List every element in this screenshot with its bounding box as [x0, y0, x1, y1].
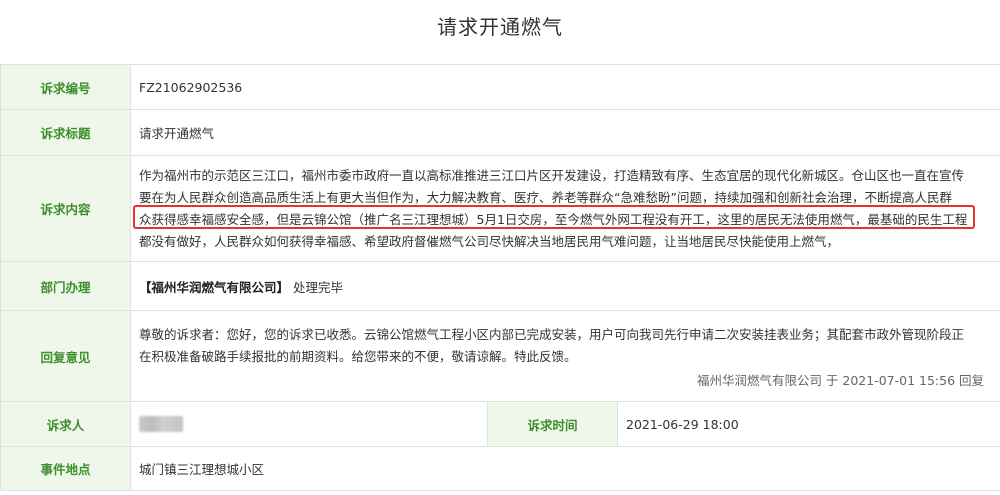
- value-department: 【福州华润燃气有限公司】 处理完毕: [129, 261, 1000, 311]
- petition-detail-table: 诉求编号 FZ21062902536 诉求标题 请求开通燃气 诉求内容 作为福州…: [0, 64, 1000, 491]
- value-petitioner: [130, 401, 488, 447]
- label-petition-no: 诉求编号: [0, 64, 131, 110]
- label-location: 事件地点: [0, 446, 131, 491]
- label-reply: 回复意见: [0, 310, 131, 402]
- row-petition-content: 诉求内容 作为福州市的示范区三江口，福州市委市政府一直以高标准推进三江口片区开发…: [0, 155, 1000, 262]
- page-title: 请求开通燃气: [437, 15, 563, 39]
- value-location: 城门镇三江理想城小区: [129, 446, 1000, 491]
- row-petitioner-time: 诉求人 诉求时间 2021-06-29 18:00: [0, 401, 1000, 447]
- reply-line: 尊敬的诉求者：您好，您的诉求已收悉。云锦公馆燃气工程小区内部已完成安装，用户可向…: [139, 326, 965, 342]
- value-petition-content: 作为福州市的示范区三江口，福州市委市政府一直以高标准推进三江口片区开发建设，打造…: [129, 155, 1000, 262]
- reply-signature: 福州华润燃气有限公司 于 2021-07-01 15:56 回复: [696, 372, 985, 388]
- row-petition-no: 诉求编号 FZ21062902536: [0, 64, 1000, 110]
- row-location: 事件地点 城门镇三江理想城小区: [0, 446, 1000, 491]
- value-petition-time: 2021-06-29 18:00: [616, 401, 1000, 447]
- label-petitioner: 诉求人: [0, 401, 131, 447]
- content-line: 都没有做好，人民群众如何获得幸福感、希望政府督催燃气公司尽快解决当地居民用气难问…: [139, 233, 840, 249]
- value-petition-title: 请求开通燃气: [129, 109, 1000, 156]
- row-petition-title: 诉求标题 请求开通燃气: [0, 109, 1000, 156]
- content-line: 要在为人民群众创造高品质生活上有更大当但作为，大力解决教育、医疗、养老等群众“急…: [139, 189, 952, 205]
- label-petition-time: 诉求时间: [487, 401, 618, 447]
- label-petition-title: 诉求标题: [0, 109, 131, 156]
- content-line-highlighted: 众获得感幸福感安全感，但是云锦公馆（推广名三江理想城）5月1日交房，至今燃气外网…: [139, 211, 968, 227]
- label-petition-content: 诉求内容: [0, 155, 131, 262]
- value-petition-no: FZ21062902536: [129, 64, 1000, 110]
- label-department: 部门办理: [0, 261, 131, 311]
- row-department: 部门办理 【福州华润燃气有限公司】 处理完毕: [0, 261, 1000, 311]
- reply-line: 在积极准备破路手续报批的前期资料。给您带来的不便，敬请谅解。特此反馈。: [139, 348, 577, 364]
- department-name: 【福州华润燃气有限公司】: [139, 279, 290, 295]
- content-line: 作为福州市的示范区三江口，福州市委市政府一直以高标准推进三江口片区开发建设，打造…: [139, 167, 965, 183]
- row-reply: 回复意见 尊敬的诉求者：您好，您的诉求已收悉。云锦公馆燃气工程小区内部已完成安装…: [0, 310, 1000, 402]
- department-status: 处理完毕: [293, 279, 344, 295]
- petitioner-name-blurred: [139, 416, 183, 433]
- value-reply: 尊敬的诉求者：您好，您的诉求已收悉。云锦公馆燃气工程小区内部已完成安装，用户可向…: [129, 310, 1000, 402]
